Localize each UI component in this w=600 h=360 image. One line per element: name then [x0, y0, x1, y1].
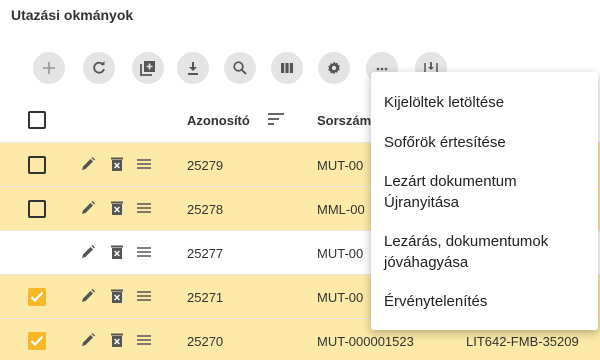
delete-icon[interactable] — [110, 288, 124, 304]
edit-icon[interactable] — [80, 200, 96, 216]
row-checkbox[interactable] — [28, 200, 46, 218]
cell-serial: MUT-000001523 — [317, 334, 414, 349]
menu-item-reopen-closed[interactable]: Lezárt dokumentum Újranyitása — [384, 171, 594, 213]
sort-icon[interactable] — [267, 112, 285, 126]
menu-icon[interactable] — [136, 288, 152, 304]
download-button[interactable] — [177, 52, 209, 84]
delete-icon[interactable] — [110, 156, 124, 172]
refresh-icon — [93, 61, 105, 74]
delete-icon[interactable] — [110, 244, 124, 260]
menu-item-download-selected[interactable]: Kijelöltek letöltése — [384, 92, 594, 113]
add-multiple-button[interactable] — [132, 52, 164, 84]
cell-serial: MUT-00 — [317, 290, 364, 305]
select-all-checkbox[interactable] — [28, 111, 46, 129]
edit-icon[interactable] — [80, 288, 96, 304]
cell-serial: MUT-00 — [317, 246, 364, 261]
menu-item-close-approve[interactable]: Lezárás, dokumentumok jóváhagyása — [384, 231, 594, 273]
context-menu: Kijelöltek letöltése Sofőrök értesítése … — [371, 72, 598, 330]
edit-icon[interactable] — [80, 156, 96, 172]
row-checkbox[interactable] — [28, 288, 46, 306]
cell-id: 25278 — [187, 202, 224, 217]
view-column-icon — [281, 63, 293, 73]
cell-id: 25279 — [187, 158, 224, 173]
cell-id: 25277 — [187, 246, 224, 261]
checkmark-icon — [30, 291, 44, 303]
search-icon — [233, 61, 247, 75]
menu-icon[interactable] — [136, 156, 152, 172]
menu-item-invalidate[interactable]: Érvénytelenítés — [384, 291, 594, 312]
menu-icon[interactable] — [136, 244, 152, 260]
search-button[interactable] — [224, 52, 256, 84]
edit-icon[interactable] — [80, 332, 96, 348]
column-header-serial[interactable]: Sorszám — [317, 113, 371, 128]
column-header-id[interactable]: Azonosító — [187, 113, 250, 128]
refresh-button[interactable] — [83, 52, 115, 84]
cell-serial: MML-00 — [317, 202, 365, 217]
add-button[interactable] — [33, 52, 65, 84]
columns-button[interactable] — [271, 52, 303, 84]
library-add-icon — [140, 61, 155, 76]
delete-icon[interactable] — [110, 200, 124, 216]
edit-icon[interactable] — [80, 244, 96, 260]
gear-icon — [328, 61, 340, 75]
checkmark-icon — [30, 335, 44, 347]
menu-item-notify-drivers[interactable]: Sofőrök értesítése — [384, 132, 594, 153]
cell-serial: MUT-00 — [317, 158, 364, 173]
menu-icon[interactable] — [136, 332, 152, 348]
cell-plate: LIT642-FMB-35209 — [466, 334, 579, 349]
menu-icon[interactable] — [136, 200, 152, 216]
cell-id: 25270 — [187, 334, 224, 349]
plus-icon — [43, 62, 55, 74]
row-checkbox[interactable] — [28, 156, 46, 174]
download-icon — [188, 62, 198, 75]
row-checkbox[interactable] — [28, 332, 46, 350]
delete-icon[interactable] — [110, 332, 124, 348]
page-title: Utazási okmányok — [11, 7, 134, 23]
settings-button[interactable] — [318, 52, 350, 84]
cell-id: 25271 — [187, 290, 224, 305]
